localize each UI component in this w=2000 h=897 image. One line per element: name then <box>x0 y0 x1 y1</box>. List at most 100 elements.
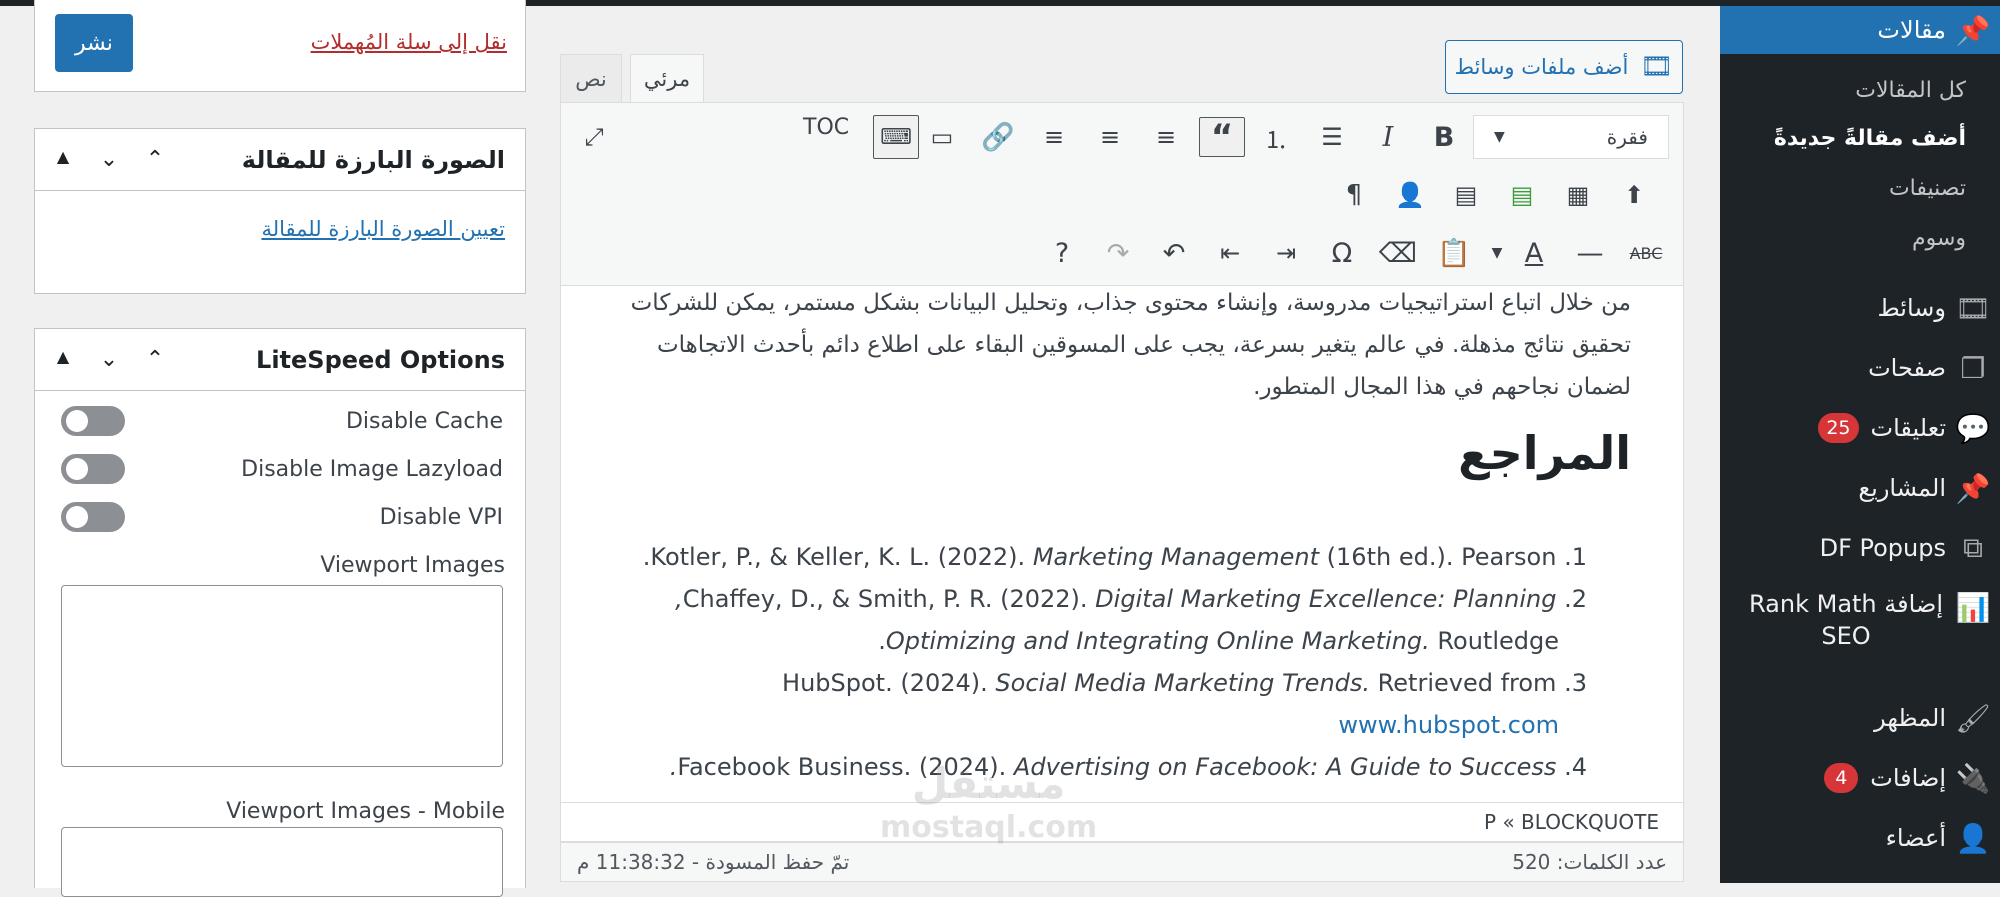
menu-item-posts[interactable]: 📌 مقالات <box>1706 6 2000 54</box>
pin-icon: 📌 <box>1955 471 1991 505</box>
admin-menu: 📌 مقالات كل المقالات أضف مقالةً جديدةً ت… <box>1706 6 2000 883</box>
media-icon: 🎞 <box>1955 291 1991 325</box>
text-color-dropdown-icon[interactable]: ▼ <box>1485 233 1509 273</box>
chevron-up-icon[interactable]: ⌃ <box>137 347 173 372</box>
bold-button[interactable]: B <box>1421 117 1467 157</box>
clear-formatting-icon[interactable]: ⌫ <box>1375 233 1421 273</box>
disable-lazyload-toggle[interactable] <box>61 454 125 484</box>
brush-icon: 🖌 <box>1955 701 1991 735</box>
menu-item-projects[interactable]: 📌 المشاريع <box>1720 468 2000 508</box>
undo-icon[interactable]: ↶ <box>1151 233 1197 273</box>
word-count: عدد الكلمات: 520 <box>1512 850 1667 874</box>
menu-item-users[interactable]: 👤 أعضاء <box>1720 818 2000 858</box>
chevron-down-icon[interactable]: ⌄ <box>91 147 127 172</box>
publish-box: نشر نقل إلى سلة المُهملات <box>34 0 526 92</box>
element-path: P « BLOCKQUOTE <box>560 802 1684 842</box>
watermark: مستقل mostaql.com <box>880 759 1098 846</box>
blockquote-button[interactable]: “ <box>1199 117 1245 157</box>
featured-image-title: الصورة البارزة للمقالة <box>241 145 505 174</box>
submenu-add-new[interactable]: أضف مقالةً جديدةً <box>1774 126 1966 151</box>
popup-icon: ⧉ <box>1963 531 1983 564</box>
redo-icon[interactable]: ↷ <box>1095 233 1141 273</box>
text-color-icon[interactable]: A <box>1511 233 1557 273</box>
menu-item-pages[interactable]: ❐ صفحات <box>1720 348 2000 388</box>
link-icon[interactable]: 🔗 <box>975 117 1021 157</box>
featured-image-header: ▲ ⌄ ⌃ الصورة البارزة للمقالة <box>35 129 525 191</box>
italic-button[interactable]: I <box>1365 117 1411 157</box>
chart-icon: 📊 <box>1955 591 1991 624</box>
paragraph-line: لضمان نجاحهم في هذا المجال المتطور. <box>1253 374 1631 400</box>
paste-text-icon[interactable]: 📋 <box>1431 233 1477 273</box>
outdent-icon[interactable]: ⇤ <box>1207 233 1253 273</box>
plug-icon: 🔌 <box>1955 761 1991 795</box>
add-media-button[interactable]: 🎞 أضف ملفات وسائط <box>1445 40 1683 94</box>
triangle-up-icon[interactable]: ▲ <box>45 147 81 172</box>
reference-item-continued: Optimizing and Integrating Online Market… <box>878 627 1559 655</box>
viewport-images-mobile-textarea[interactable] <box>61 827 503 897</box>
read-more-button[interactable]: ▭ <box>919 117 965 157</box>
menu-item-media[interactable]: 🎞 وسائط <box>1720 288 2000 328</box>
blocks-icon[interactable]: ▦ <box>1555 175 1601 215</box>
paragraph-direction-icon[interactable]: ¶ <box>1331 175 1377 215</box>
tab-visual[interactable]: مرئي <box>630 54 704 102</box>
editor-content[interactable]: من خلال اتباع استراتيجيات مدروسة، وإنشاء… <box>560 286 1684 802</box>
pages-icon: ❐ <box>1960 351 1986 385</box>
menu-item-plugins[interactable]: 🔌 إضافات 4 <box>1720 758 2000 798</box>
pin-icon: 📌 <box>1955 13 1991 47</box>
plugins-count-badge: 4 <box>1824 763 1859 793</box>
align-right-button[interactable]: ≡ <box>1031 117 1077 157</box>
viewport-images-label: Viewport Images <box>320 553 505 578</box>
indent-icon[interactable]: ⇥ <box>1263 233 1309 273</box>
box-controls: ▲ ⌄ ⌃ <box>45 147 173 172</box>
numbered-list-button[interactable]: ⒈ <box>1253 117 1299 157</box>
chevron-up-icon[interactable]: ⌃ <box>137 147 173 172</box>
menu-item-rank-math[interactable]: 📊 إضافة Rank Math SEO <box>1720 588 2000 652</box>
disable-vpi-toggle[interactable] <box>61 502 125 532</box>
litespeed-options-box: ▲ ⌄ ⌃ LiteSpeed Options Disable Cache Di… <box>34 328 526 897</box>
disable-vpi-row: Disable VPI <box>61 499 503 535</box>
format-select[interactable]: فقرة ▼ <box>1473 115 1669 159</box>
reference-item: 1. Kotler, P., & Keller, K. L. (2022). M… <box>642 543 1587 571</box>
submenu-all-posts[interactable]: كل المقالات <box>1855 78 1966 103</box>
toolbar-toggle-button[interactable]: ⌨ <box>873 115 919 159</box>
references-heading: المراجع <box>1458 426 1631 480</box>
menu-item-appearance[interactable]: 🖌 المظهر <box>1720 698 2000 738</box>
publish-button[interactable]: نشر <box>55 14 133 72</box>
list-box-icon[interactable]: ▤ <box>1443 175 1489 215</box>
reference-item: 3. HubSpot. (2024). Social Media Marketi… <box>782 669 1587 697</box>
hubspot-link[interactable]: www.hubspot.com <box>1338 711 1559 739</box>
submenu-categories[interactable]: تصنيفات <box>1889 176 1966 201</box>
comments-count-badge: 25 <box>1818 413 1859 443</box>
viewport-images-textarea[interactable] <box>61 585 503 767</box>
strikethrough-icon[interactable]: ABC <box>1623 233 1669 273</box>
submenu-tags[interactable]: وسوم <box>1912 226 1966 251</box>
chevron-down-icon[interactable]: ⌄ <box>91 347 127 372</box>
reference-link-line: www.hubspot.com <box>1338 704 1559 746</box>
autosave-status: تمّ حفظ المسودة - 11:38:32 م <box>577 850 850 874</box>
move-to-trash-link[interactable]: نقل إلى سلة المُهملات <box>311 30 507 54</box>
set-featured-image-link[interactable]: تعيين الصورة البارزة للمقالة <box>261 217 505 241</box>
align-left-button[interactable]: ≡ <box>1143 117 1189 157</box>
litespeed-header: ▲ ⌄ ⌃ LiteSpeed Options <box>35 329 525 391</box>
align-center-button[interactable]: ≡ <box>1087 117 1133 157</box>
toc-button[interactable]: TOC <box>803 115 849 140</box>
person-icon[interactable]: 👤 <box>1387 175 1433 215</box>
disable-cache-toggle[interactable] <box>61 406 125 436</box>
menu-item-df-popups[interactable]: ⧉ DF Popups <box>1720 528 2000 568</box>
litespeed-title: LiteSpeed Options <box>256 345 505 374</box>
paragraph-line: تحقيق نتائج مذهلة. في عالم يتغير بسرعة، … <box>657 332 1631 358</box>
featured-image-box: ▲ ⌄ ⌃ الصورة البارزة للمقالة تعيين الصور… <box>34 128 526 294</box>
tab-text[interactable]: نص <box>560 54 622 102</box>
horizontal-line-icon[interactable]: — <box>1567 233 1613 273</box>
layers-icon[interactable]: ▤ <box>1499 175 1545 215</box>
bullet-list-button[interactable]: ☰ <box>1309 117 1355 157</box>
triangle-up-icon[interactable]: ▲ <box>45 347 81 372</box>
reference-item: 2. Chaffey, D., & Smith, P. R. (2022). D… <box>675 585 1587 613</box>
special-character-icon[interactable]: Ω <box>1319 233 1365 273</box>
menu-item-comments[interactable]: 💬 تعليقات 25 <box>1720 408 2000 448</box>
dropdown-arrow-icon: ▼ <box>1494 129 1505 145</box>
reference-item: 4. Facebook Business. (2024). Advertisin… <box>669 753 1587 781</box>
upload-icon[interactable]: ⬆ <box>1611 175 1657 215</box>
fullscreen-icon[interactable]: ⤢ <box>571 117 617 157</box>
help-icon[interactable]: ? <box>1039 233 1085 273</box>
